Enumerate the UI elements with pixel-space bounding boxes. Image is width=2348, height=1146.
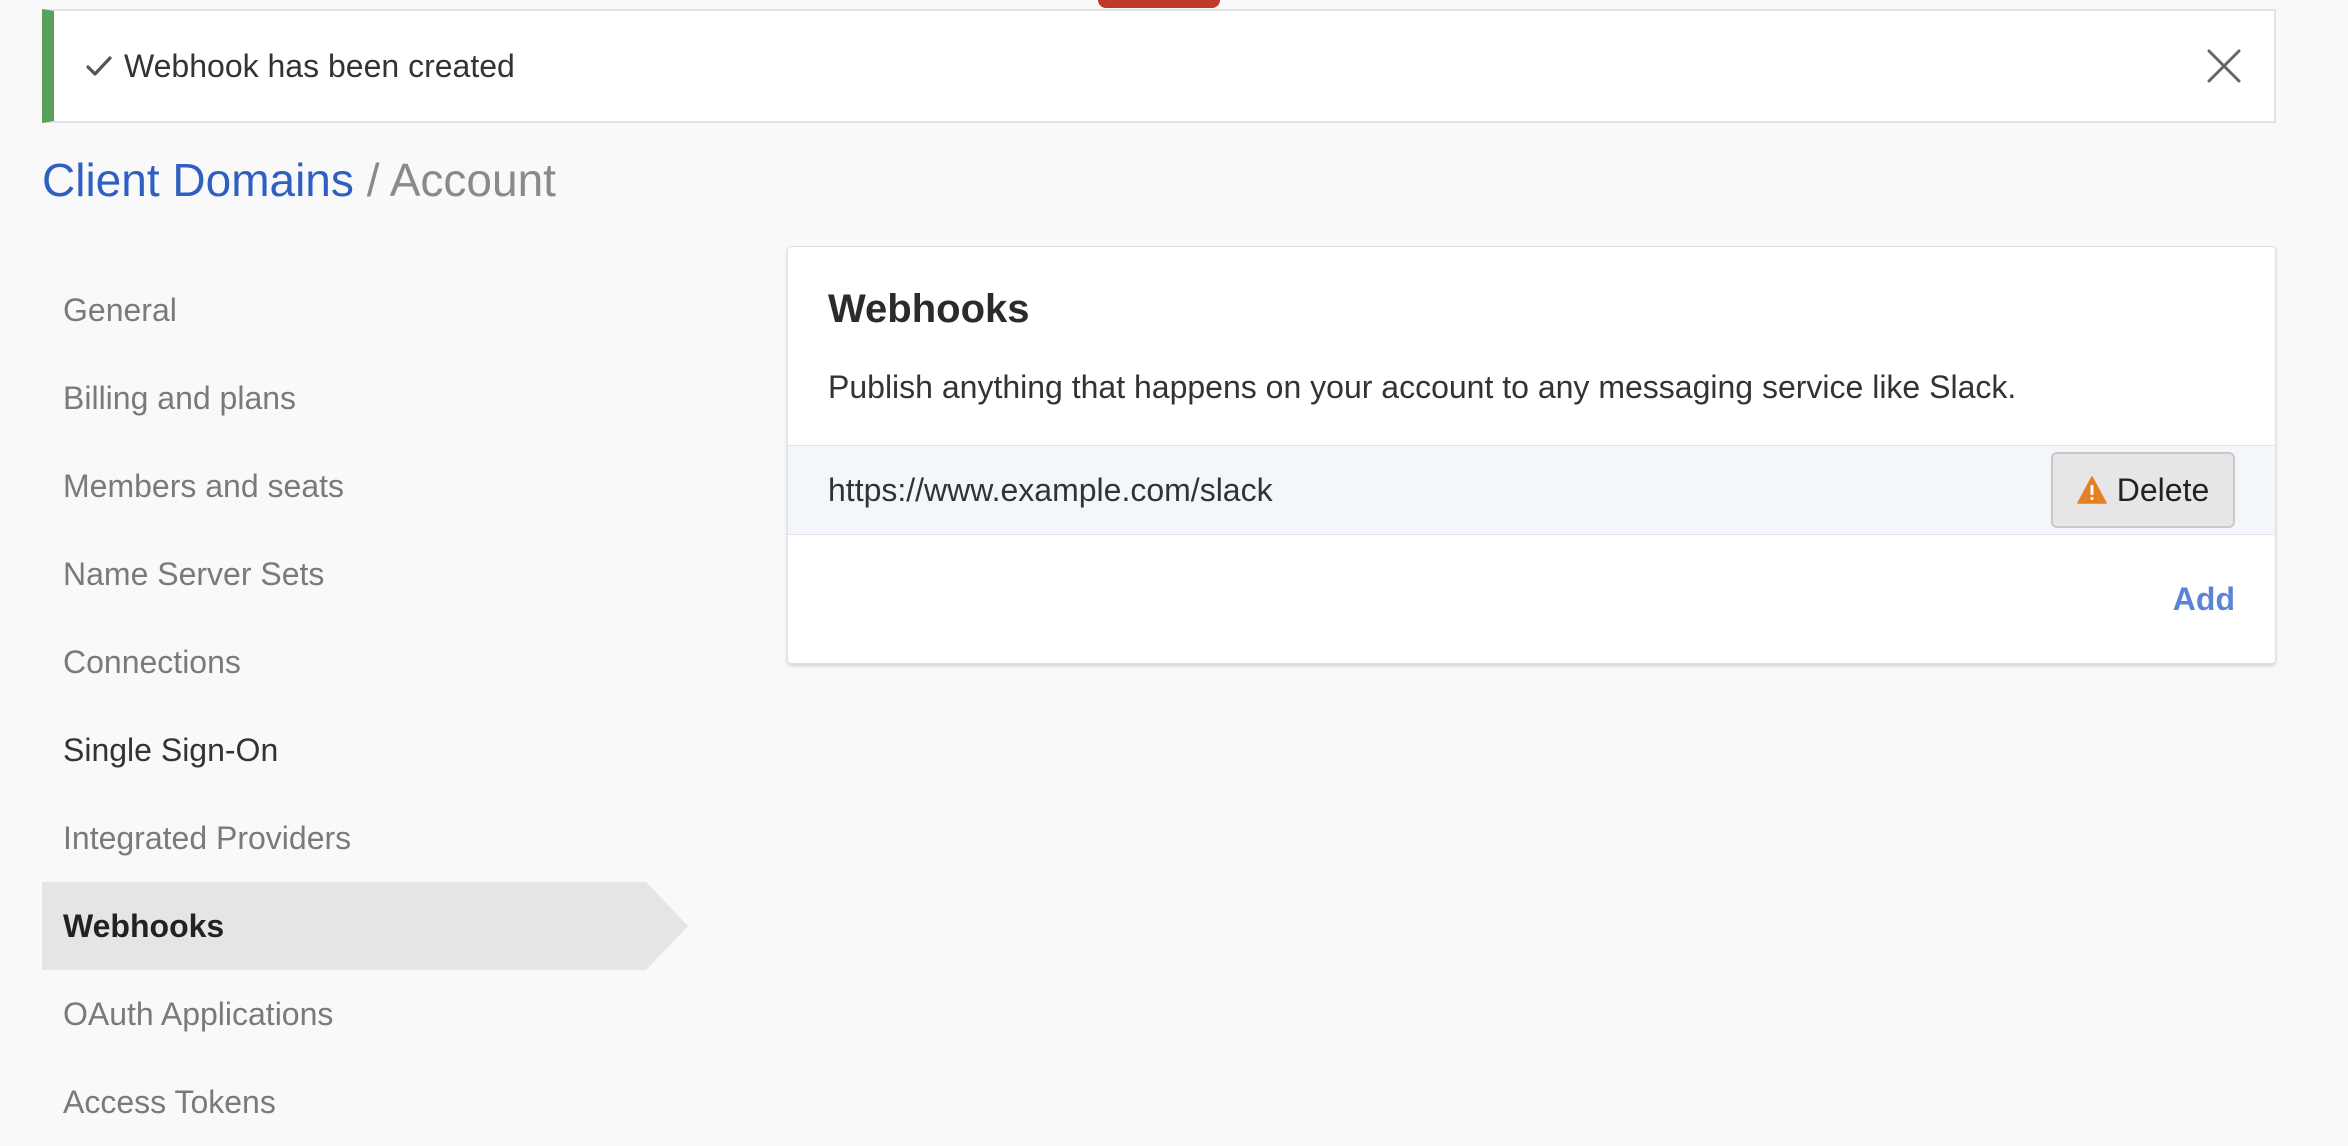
close-icon[interactable]	[2204, 46, 2244, 86]
check-icon	[84, 51, 114, 81]
webhooks-panel: Webhooks Publish anything that happens o…	[787, 246, 2276, 664]
panel-description: Publish anything that happens on your ac…	[828, 369, 2017, 405]
sidebar-item-label: Members and seats	[63, 467, 345, 504]
sidebar-item-access-tokens[interactable]: Access Tokens	[42, 1058, 688, 1146]
sidebar-item-label: Connections	[63, 643, 241, 680]
sidebar-item-name-server-sets[interactable]: Name Server Sets	[42, 530, 688, 618]
sidebar-item-webhooks[interactable]: Webhooks	[42, 882, 688, 970]
sidebar-item-label: Access Tokens	[63, 1083, 276, 1120]
sidebar-item-label: OAuth Applications	[63, 995, 334, 1032]
settings-sidebar: General Billing and plans Members and se…	[42, 266, 688, 1146]
sidebar-item-label: General	[63, 291, 177, 328]
top-tab-indicator	[1098, 0, 1220, 8]
breadcrumb-separator: /	[366, 154, 380, 206]
warning-icon	[2077, 476, 2107, 504]
sidebar-item-label: Billing and plans	[63, 379, 297, 416]
delete-button-label: Delete	[2116, 471, 2210, 508]
breadcrumb-client-domains-link[interactable]: Client Domains	[42, 154, 354, 206]
webhook-row: https://www.example.com/slack Delete	[788, 445, 2275, 535]
sidebar-item-members-and-seats[interactable]: Members and seats	[42, 442, 688, 530]
sidebar-item-general[interactable]: General	[42, 266, 688, 354]
alert-message: Webhook has been created	[124, 47, 515, 84]
panel-title: Webhooks	[828, 287, 1030, 331]
sidebar-item-label: Webhooks	[63, 907, 225, 944]
sidebar-item-integrated-providers[interactable]: Integrated Providers	[42, 794, 688, 882]
sidebar-item-single-sign-on[interactable]: Single Sign-On	[42, 706, 688, 794]
sidebar-item-label: Name Server Sets	[63, 555, 325, 592]
sidebar-item-billing-and-plans[interactable]: Billing and plans	[42, 354, 688, 442]
sidebar-item-connections[interactable]: Connections	[42, 618, 688, 706]
sidebar-item-label: Single Sign-On	[63, 731, 279, 768]
delete-webhook-button[interactable]: Delete	[2051, 452, 2235, 528]
success-alert: Webhook has been created	[42, 9, 2276, 123]
sidebar-item-oauth-applications[interactable]: OAuth Applications	[42, 970, 688, 1058]
webhook-url: https://www.example.com/slack	[828, 471, 1273, 508]
sidebar-item-label: Integrated Providers	[63, 819, 352, 856]
add-webhook-link[interactable]: Add	[2173, 581, 2235, 618]
breadcrumb: Client Domains / Account	[42, 152, 556, 208]
breadcrumb-current: Account	[389, 154, 556, 206]
